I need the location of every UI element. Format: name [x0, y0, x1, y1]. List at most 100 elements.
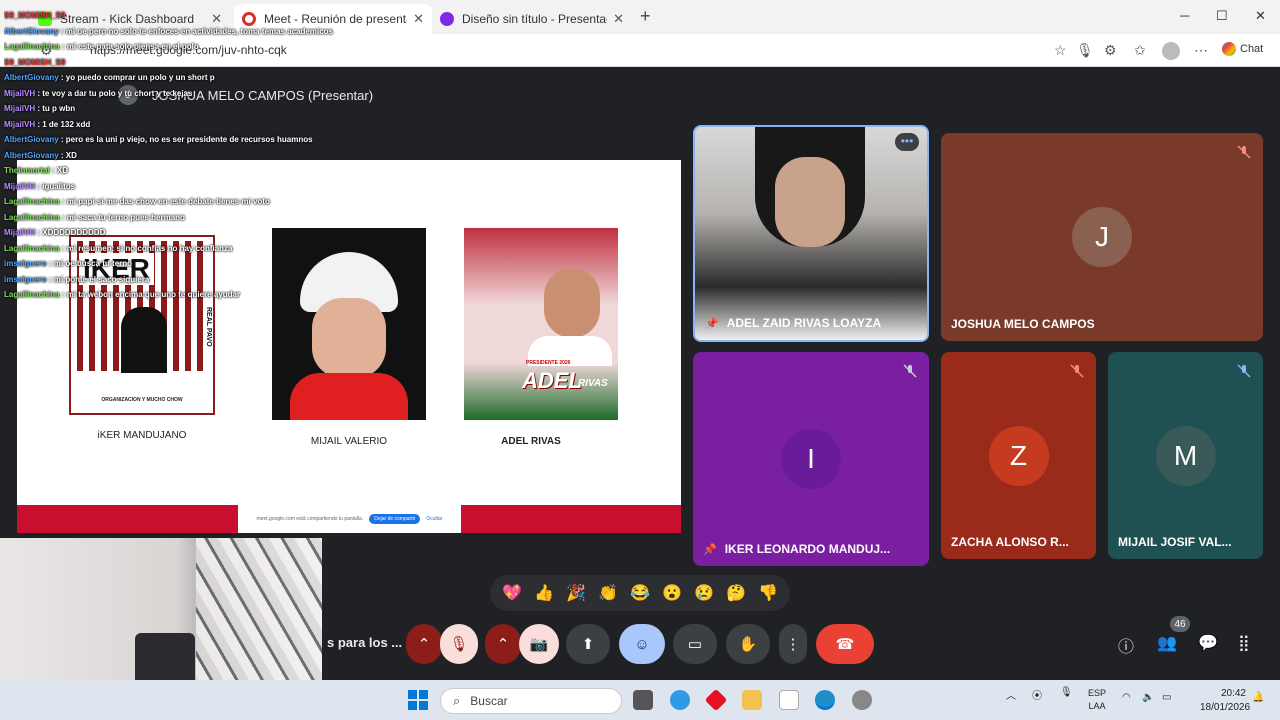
mic-off-icon	[1237, 364, 1251, 378]
chat-username: MijailVH	[4, 88, 36, 98]
captions-icon: ▭	[687, 636, 703, 653]
battery-icon[interactable]: ▭	[1162, 692, 1171, 703]
close-window-icon[interactable]: ✕	[1255, 8, 1266, 24]
reaction-sad-button[interactable]: 😢	[694, 583, 714, 603]
mic-options-button[interactable]: ⌃	[406, 624, 442, 664]
wifi-icon[interactable]: ◠	[1122, 692, 1131, 703]
close-icon[interactable]: ✕	[613, 11, 624, 27]
share-text: meet.google.com está compartiendo tu pan…	[256, 516, 364, 522]
chat-text: mi oe busca tu terno	[53, 259, 133, 268]
chevron-up-icon: ⌃	[496, 636, 510, 653]
phone-hangup-icon: ☎	[835, 636, 855, 653]
chat-username: Lagallinachina	[4, 212, 60, 222]
chat-icon[interactable]: 💬	[1198, 633, 1218, 653]
store-icon[interactable]	[779, 690, 799, 710]
stream-chat-overlay: S9_MOMISH_S9 AlbertGiovany : mi oe pero n…	[4, 8, 344, 303]
tab-title: Diseño sin título - Presentación	[462, 12, 607, 26]
more-menu-icon[interactable]: ⋯	[1194, 42, 1208, 59]
mic-off-icon	[903, 364, 917, 378]
copilot-chat-button[interactable]: Chat	[1222, 42, 1263, 56]
chat-message: AlbertGiovany : yo puedo comprar un polo…	[4, 70, 344, 86]
reaction-clap-button[interactable]: 👏	[598, 583, 618, 603]
reaction-heart-button[interactable]: 💖	[502, 583, 522, 603]
stop-sharing-button[interactable]: Dejar de compartir	[369, 514, 421, 524]
pin-icon: 📌	[705, 318, 719, 330]
activities-icon[interactable]: ⣿	[1238, 633, 1250, 653]
maximize-icon[interactable]: ☐	[1216, 8, 1228, 24]
chat-username: MijailVH	[4, 228, 36, 237]
more-options-icon[interactable]: •••	[895, 133, 919, 151]
camera-off-icon: 📷	[529, 636, 549, 653]
notifications-icon[interactable]: 🔔	[1252, 692, 1264, 703]
favorites-icon[interactable]: ✩	[1134, 42, 1146, 59]
reactions-button[interactable]: ☺	[619, 624, 665, 664]
camera-options-button[interactable]: ⌃	[485, 624, 521, 664]
copilot-taskbar-icon[interactable]	[670, 690, 690, 710]
participant-tile-mijail[interactable]: M MIJAIL JOSIF VAL...	[1108, 352, 1263, 559]
chat-message: Lagallinachina : mi saca tu terno pues h…	[4, 210, 344, 226]
chat-separator: :	[58, 135, 66, 144]
mic-icon[interactable]: 🎙	[1076, 42, 1094, 59]
close-icon[interactable]: ✕	[413, 11, 424, 27]
edge-icon[interactable]	[815, 690, 835, 710]
tab-canva[interactable]: Diseño sin título - Presentación ✕	[432, 4, 632, 34]
new-tab-button[interactable]: +	[640, 6, 651, 27]
chat-text: igualitos	[42, 181, 76, 191]
people-icon[interactable]: 👥	[1157, 633, 1177, 653]
app-red-icon[interactable]	[704, 688, 728, 712]
file-explorer-icon[interactable]	[742, 690, 762, 710]
raise-hand-button[interactable]: ✋	[726, 624, 770, 664]
taskbar-search[interactable]: ⌕ Buscar	[440, 688, 622, 714]
participant-avatar: M	[1155, 425, 1216, 486]
reaction-thumbs-up-button[interactable]: 👍	[534, 583, 554, 603]
mic-off-icon	[1237, 145, 1251, 159]
poster-silhouette	[121, 307, 167, 373]
reaction-surprised-button[interactable]: 😮	[662, 583, 682, 603]
participant-tile-zacha[interactable]: Z ZACHA ALONSO R...	[941, 352, 1096, 559]
reaction-laugh-button[interactable]: 😂	[630, 583, 650, 603]
volume-icon[interactable]: 🔈	[1142, 692, 1154, 703]
more-options-button[interactable]: ⋮	[779, 624, 807, 664]
camera-settings-icon[interactable]: ⚙	[1104, 42, 1117, 59]
mic-toggle-button[interactable]: 🎙	[440, 624, 478, 664]
profile-avatar-icon[interactable]	[1162, 42, 1180, 60]
participant-name: JOSHUA MELO CAMPOS	[951, 317, 1095, 331]
chat-username: imsalguero	[4, 274, 47, 284]
tray-chevron-icon[interactable]: ︿	[1006, 687, 1016, 702]
reaction-party-button[interactable]: 🎉	[566, 583, 586, 603]
camera-toggle-button[interactable]: 📷	[519, 624, 559, 664]
participant-tile-joshua[interactable]: J JOSHUA MELO CAMPOS	[941, 133, 1263, 341]
chat-text: mi papi si me das chow en este debate ti…	[66, 197, 270, 206]
chat-message: S9_MOMISH_S9	[4, 55, 344, 71]
settings-app-icon[interactable]	[852, 690, 872, 710]
chat-separator: :	[46, 259, 54, 268]
language-indicator[interactable]: ESP LAA	[1088, 687, 1106, 713]
chat-message: TheInmortal : XD	[4, 163, 344, 179]
poster-title: ADEL	[522, 368, 582, 393]
chat-label: Chat	[1240, 42, 1264, 55]
info-icon[interactable]: ⓘ	[1118, 633, 1134, 657]
task-view-icon[interactable]	[633, 690, 653, 710]
tray-mic-icon[interactable]: 🎙	[1060, 687, 1073, 698]
present-button[interactable]: ⬆	[566, 624, 610, 664]
reaction-thinking-button[interactable]: 🤔	[726, 583, 746, 603]
end-call-button[interactable]: ☎	[816, 624, 874, 664]
participant-tile-iker[interactable]: I 📌 IKER LEONARDO MANDUJ...	[693, 352, 929, 566]
reaction-thumbs-down-button[interactable]: 👎	[758, 583, 778, 603]
chat-message: AlbertGiovany : XD	[4, 148, 344, 164]
hide-share-button[interactable]: Ocultar	[426, 516, 442, 522]
chat-message: MijailVH : 1 de 132 xdd	[4, 117, 344, 133]
windows-start-icon[interactable]	[408, 690, 428, 710]
captions-button[interactable]: ▭	[673, 624, 717, 664]
chat-username: MijailVH	[4, 104, 36, 113]
minimize-icon[interactable]: ─	[1180, 8, 1189, 23]
reactions-bar: 💖 👍 🎉 👏 😂 😮 😢 🤔 👎	[490, 575, 790, 611]
clock[interactable]: 20:42 18/01/2026	[1200, 687, 1250, 715]
chat-separator: :	[46, 274, 54, 284]
bookmark-star-icon[interactable]: ☆	[1054, 42, 1067, 59]
tray-app-icon[interactable]: ⦿	[1032, 687, 1042, 702]
chat-text: XDDDDDDDDDD	[42, 228, 106, 237]
chat-username: Lagallinachina	[4, 290, 60, 299]
chat-text: mi oe pero no solo te enfoces en activid…	[65, 26, 333, 36]
participant-tile-adel[interactable]: ••• 📌 ADEL ZAID RIVAS LOAYZA	[693, 125, 929, 342]
